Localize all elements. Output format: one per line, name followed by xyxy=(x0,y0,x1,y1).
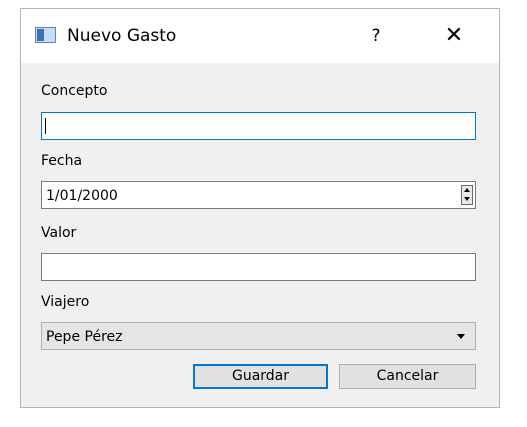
viajero-label: Viajero xyxy=(41,294,90,310)
fecha-label: Fecha xyxy=(41,153,83,169)
app-window-icon xyxy=(35,27,56,43)
guardar-button[interactable]: Guardar xyxy=(193,364,328,389)
viajero-value: Pepe Pérez xyxy=(46,329,123,345)
valor-label: Valor xyxy=(41,225,77,241)
chevron-down-icon xyxy=(457,334,465,339)
cancelar-button[interactable]: Cancelar xyxy=(339,364,476,389)
help-button[interactable]: ? xyxy=(361,23,391,49)
concepto-label: Concepto xyxy=(41,83,108,99)
concepto-input[interactable] xyxy=(41,112,476,140)
text-caret xyxy=(45,118,46,134)
title-bar[interactable]: Nuevo Gasto ? ✕ xyxy=(21,9,499,63)
close-icon: ✕ xyxy=(444,23,464,48)
nuevo-gasto-dialog: Nuevo Gasto ? ✕ Concepto Fecha 1/01/2000… xyxy=(20,8,500,408)
date-spin-icon[interactable] xyxy=(461,185,473,205)
valor-input[interactable] xyxy=(41,253,476,281)
spin-up-icon[interactable] xyxy=(462,186,472,195)
fecha-value: 1/01/2000 xyxy=(46,188,118,204)
dialog-title: Nuevo Gasto xyxy=(67,26,177,46)
fecha-date-input[interactable]: 1/01/2000 xyxy=(41,181,476,209)
close-button[interactable]: ✕ xyxy=(439,21,469,51)
spin-down-icon[interactable] xyxy=(462,195,472,204)
viajero-select[interactable]: Pepe Pérez xyxy=(41,322,476,350)
